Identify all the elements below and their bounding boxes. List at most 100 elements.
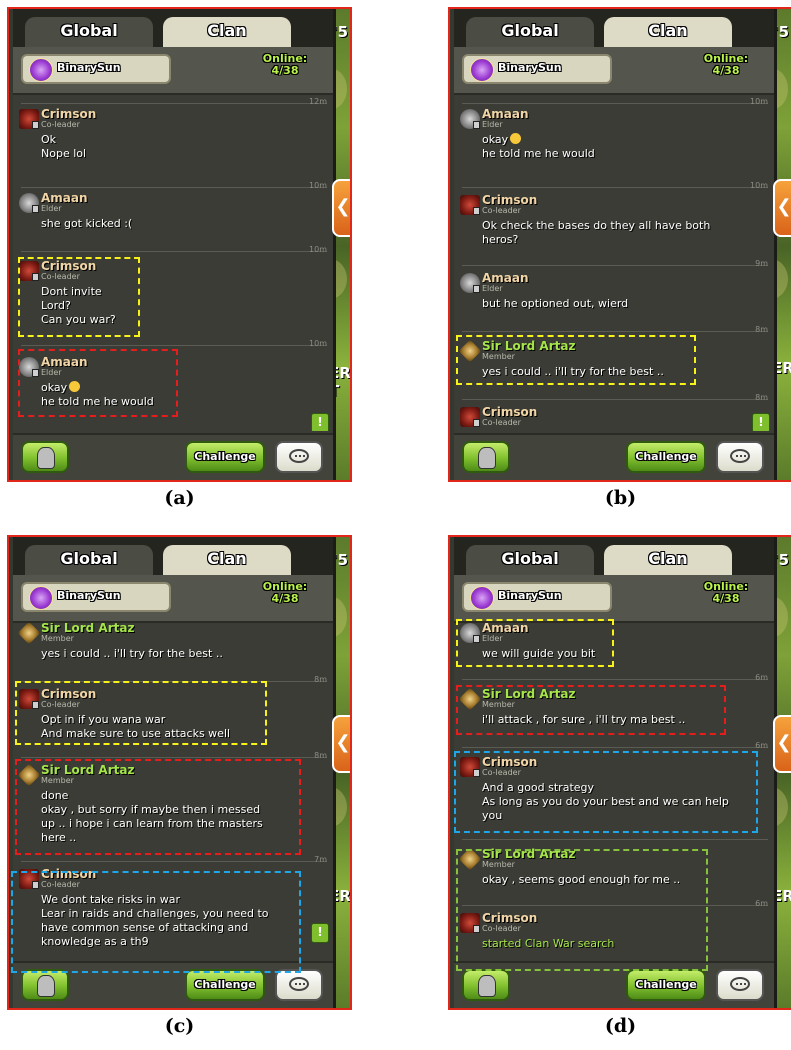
chat-tabs: Global Clan <box>454 537 774 575</box>
compose-message-button[interactable] <box>275 969 323 1001</box>
challenge-button[interactable]: Challenge <box>185 969 265 1001</box>
highlight-box-yellow <box>456 335 696 385</box>
tab-clan[interactable]: Clan <box>163 545 291 575</box>
clan-name: BinarySun <box>498 61 562 74</box>
highlight-box-red <box>15 759 301 855</box>
tab-clan[interactable]: Clan <box>163 17 291 47</box>
message-time: 9m <box>755 259 768 268</box>
panel-d: '5 ER Global Clan BinarySun Online: 4/38 <box>448 535 791 1010</box>
message-time: 7m <box>314 855 327 864</box>
tab-clan[interactable]: Clan <box>604 545 732 575</box>
message-divider <box>462 103 768 104</box>
clan-header: BinarySun Online: 4/38 <box>454 47 774 95</box>
message-line: Ok check the bases do they all have both <box>482 219 711 232</box>
coleader-rank-icon <box>460 195 480 215</box>
sender-role: Co-leader <box>41 120 80 129</box>
collapse-chat-button[interactable]: ❮ <box>773 179 791 237</box>
sender-name[interactable]: Amaan <box>482 107 529 121</box>
tab-clan[interactable]: Clan <box>604 17 732 47</box>
request-troops-button[interactable] <box>21 969 69 1001</box>
message-divider <box>462 265 768 266</box>
speech-bubble-icon <box>289 449 309 463</box>
online-count: 4/38 <box>271 592 299 605</box>
collapse-chat-button[interactable]: ❮ <box>332 715 351 773</box>
online-status: Online: 4/38 <box>694 53 758 77</box>
compose-message-button[interactable] <box>716 441 764 473</box>
message-divider <box>462 839 768 840</box>
panel-caption: (a) <box>164 487 195 509</box>
member-rank-icon <box>17 623 41 645</box>
online-count: 4/38 <box>712 64 740 77</box>
sender-name[interactable]: Amaan <box>41 191 88 205</box>
clan-badge-icon <box>470 586 494 610</box>
collapse-chat-button[interactable]: ❮ <box>332 179 350 237</box>
compose-message-button[interactable] <box>716 969 764 1001</box>
sender-role: Elder <box>482 284 503 293</box>
chat-tabs: Global Clan <box>13 9 333 47</box>
troop-icon <box>37 447 55 469</box>
message-line: okay <box>482 133 509 146</box>
request-troops-button[interactable] <box>462 969 510 1001</box>
sender-role: Elder <box>482 120 503 129</box>
collapse-chat-button[interactable]: ❮ <box>773 715 791 773</box>
clan-header: BinarySun Online: 4/38 <box>13 575 333 623</box>
sender-name[interactable]: Crimson <box>41 107 96 121</box>
chat-toolbar: Challenge <box>454 433 774 480</box>
tab-global[interactable]: Global <box>466 545 594 575</box>
message-time: 6m <box>755 741 768 750</box>
chat-tabs: Global Clan <box>13 537 333 575</box>
clan-header: BinarySun Online: 4/38 <box>13 47 333 95</box>
elder-rank-icon <box>19 193 39 213</box>
sender-name[interactable]: Crimson <box>482 193 537 207</box>
new-message-alert-icon[interactable]: ! <box>752 413 770 431</box>
sender-name[interactable]: Crimson <box>482 405 537 419</box>
clan-info-button[interactable]: BinarySun <box>21 54 171 84</box>
request-troops-button[interactable] <box>462 441 510 473</box>
chevron-left-icon: ❮ <box>776 732 791 753</box>
highlight-box-yellow <box>18 257 140 337</box>
highlight-box-yellow <box>456 619 614 667</box>
list-item: Amaan Elder she got kicked :( <box>19 191 315 233</box>
request-troops-button[interactable] <box>21 441 69 473</box>
message-divider <box>462 399 768 400</box>
new-message-alert-icon[interactable]: ! <box>311 413 329 431</box>
message-time: 10m <box>750 181 768 190</box>
challenge-button[interactable]: Challenge <box>185 441 265 473</box>
clan-header: BinarySun Online: 4/38 <box>454 575 774 623</box>
new-message-alert-icon[interactable]: ! <box>311 923 329 943</box>
coleader-rank-icon <box>19 109 39 129</box>
troop-icon <box>478 975 496 997</box>
chevron-left-icon: ❮ <box>335 732 351 753</box>
sender-name[interactable]: Amaan <box>482 271 529 285</box>
panel-caption: (d) <box>604 1015 637 1037</box>
clan-name: BinarySun <box>498 589 562 602</box>
clan-info-button[interactable]: BinarySun <box>21 582 171 612</box>
tab-global[interactable]: Global <box>25 17 153 47</box>
highlight-box-yellow <box>15 681 267 745</box>
panel-b: '5 ER Global Clan BinarySun Online: 4/38 <box>448 7 791 482</box>
laughing-emoji-icon <box>510 133 522 144</box>
message-line: Ok <box>41 133 57 146</box>
tab-global[interactable]: Global <box>25 545 153 575</box>
challenge-button[interactable]: Challenge <box>626 441 706 473</box>
panel-caption: (b) <box>604 487 637 509</box>
message-time: 8m <box>755 393 768 402</box>
highlight-box-blue <box>454 751 758 833</box>
clan-info-button[interactable]: BinarySun <box>462 582 612 612</box>
sender-role: Member <box>41 634 74 643</box>
compose-message-button[interactable] <box>275 441 323 473</box>
message-divider <box>462 331 768 332</box>
panel-caption: (c) <box>164 1015 195 1037</box>
message-time: 8m <box>314 675 327 684</box>
challenge-button[interactable]: Challenge <box>626 969 706 1001</box>
clan-name: BinarySun <box>57 61 121 74</box>
online-status: Online: 4/38 <box>253 53 317 77</box>
online-count: 4/38 <box>271 64 299 77</box>
list-item: Sir Lord Artaz Member yes i could .. i'l… <box>17 623 315 663</box>
list-item: Amaan Elder okay he told me he would <box>460 107 756 161</box>
tab-global[interactable]: Global <box>466 17 594 47</box>
message-divider <box>462 747 768 748</box>
message-line: heros? <box>482 233 519 246</box>
online-status: Online: 4/38 <box>253 581 317 605</box>
clan-info-button[interactable]: BinarySun <box>462 54 612 84</box>
